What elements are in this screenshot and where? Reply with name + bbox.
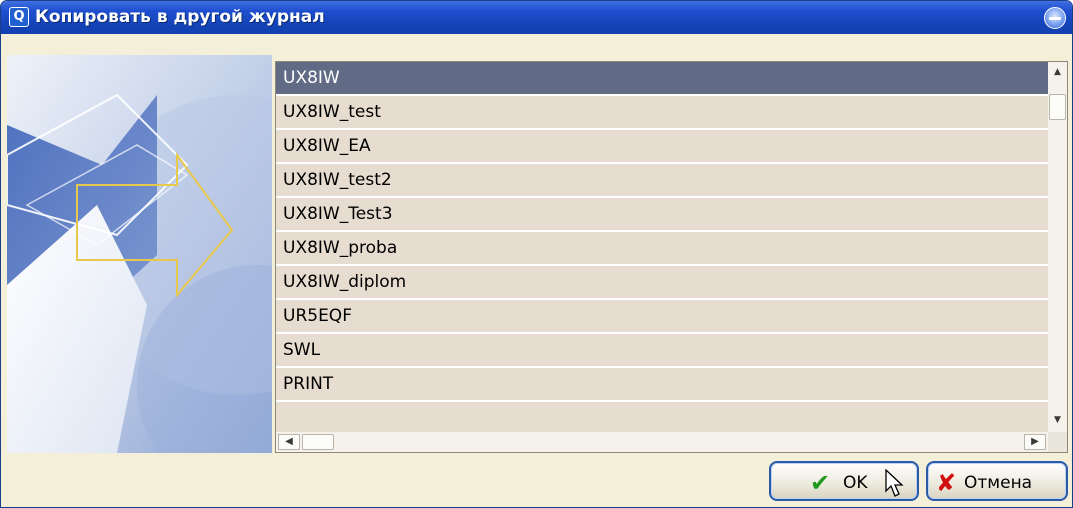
journal-list[interactable]: UX8IW UX8IW_test UX8IW_EA UX8IW_test2 UX8IW_… xyxy=(276,62,1048,432)
horizontal-scroll-thumb[interactable] xyxy=(302,434,334,450)
scrollbar-corner xyxy=(1048,432,1067,452)
list-item[interactable]: SWL xyxy=(276,334,1048,368)
title-bar[interactable]: Q Копировать в другой журнал xyxy=(1,1,1072,34)
list-item[interactable]: UX8IW_diplom xyxy=(276,266,1048,300)
cancel-button[interactable]: ✘ Отмена xyxy=(926,461,1068,501)
scroll-right-icon[interactable]: ▶ xyxy=(1024,434,1046,450)
vertical-scroll-thumb[interactable] xyxy=(1049,94,1066,120)
ok-button-label: OK xyxy=(843,473,868,493)
list-item[interactable]: UX8IW_Test3 xyxy=(276,198,1048,232)
list-item[interactable]: UR5EQF xyxy=(276,300,1048,334)
list-item[interactable]: UX8IW_proba xyxy=(276,232,1048,266)
cancel-button-label: Отмена xyxy=(964,473,1033,493)
check-icon: ✔ xyxy=(810,469,831,497)
list-item[interactable]: UX8IW_test2 xyxy=(276,164,1048,198)
roll-up-icon[interactable] xyxy=(1044,7,1066,29)
list-item[interactable]: UX8IW_EA xyxy=(276,130,1048,164)
app-icon[interactable]: Q xyxy=(9,7,29,27)
vertical-scrollbar[interactable]: ▲ ▼ xyxy=(1048,62,1067,432)
list-item[interactable]: UX8IW xyxy=(276,62,1048,96)
journal-listbox[interactable]: UX8IW UX8IW_test UX8IW_EA UX8IW_test2 UX8IW_… xyxy=(275,61,1068,453)
mouse-cursor-icon xyxy=(885,469,904,497)
copy-to-journal-dialog: Q Копировать в другой журнал UX8IW UX8IW… xyxy=(0,0,1073,508)
decorative-arrows-image xyxy=(7,55,272,453)
scroll-left-icon[interactable]: ◀ xyxy=(278,434,300,450)
list-item[interactable]: UX8IW_test xyxy=(276,96,1048,130)
window-title: Копировать в другой журнал xyxy=(35,7,325,27)
scroll-down-icon[interactable]: ▼ xyxy=(1049,412,1066,429)
cross-icon: ✘ xyxy=(936,469,957,497)
list-item[interactable]: PRINT xyxy=(276,368,1048,402)
scroll-up-icon[interactable]: ▲ xyxy=(1049,64,1066,81)
horizontal-scrollbar[interactable]: ◀ ▶ xyxy=(276,432,1048,452)
